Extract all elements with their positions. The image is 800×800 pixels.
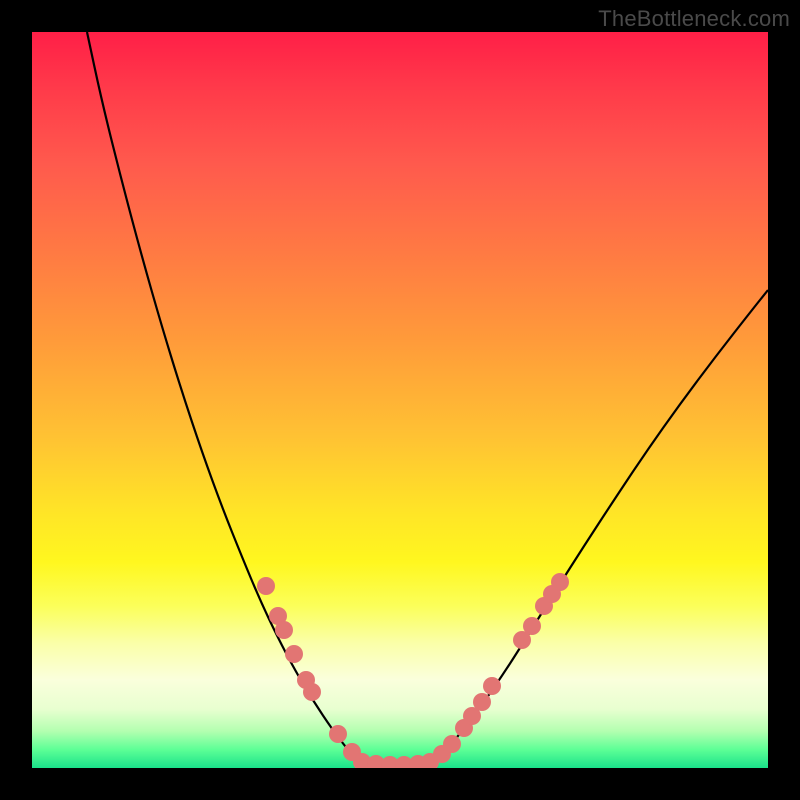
- plot-gradient-background: [32, 32, 768, 768]
- chart-frame: TheBottleneck.com: [0, 0, 800, 800]
- watermark-text: TheBottleneck.com: [598, 6, 790, 32]
